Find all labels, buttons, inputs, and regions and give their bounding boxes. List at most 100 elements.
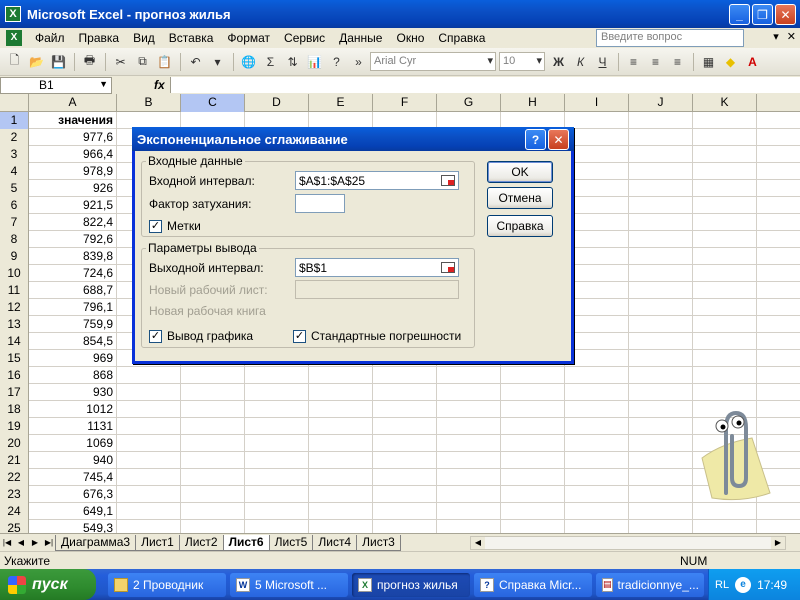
doc-dropdown-icon[interactable]: ▾: [773, 30, 779, 43]
column-header-b[interactable]: B: [117, 94, 181, 112]
cell-empty[interactable]: [693, 214, 757, 230]
cell-empty[interactable]: [565, 112, 629, 128]
cell-value[interactable]: 940: [29, 452, 117, 468]
cell-empty[interactable]: [309, 452, 373, 468]
cell-empty[interactable]: [629, 486, 693, 502]
cell-empty[interactable]: [245, 401, 309, 417]
copy-icon[interactable]: ⧉: [132, 51, 153, 72]
hyperlink-icon[interactable]: 🌐: [238, 51, 259, 72]
cell-empty[interactable]: [117, 520, 181, 533]
restore-button[interactable]: ❐: [752, 4, 773, 25]
sheet-tab-list5[interactable]: Лист5: [268, 534, 314, 551]
row-header[interactable]: 20: [0, 435, 29, 452]
cell-empty[interactable]: [693, 248, 757, 264]
cell-empty[interactable]: [373, 469, 437, 485]
cell-empty[interactable]: [501, 452, 565, 468]
column-header-j[interactable]: J: [629, 94, 693, 112]
cell-value[interactable]: 1131: [29, 418, 117, 434]
column-header-a[interactable]: A: [29, 94, 117, 112]
cell-empty[interactable]: [501, 112, 565, 128]
row-header[interactable]: 5: [0, 180, 29, 197]
cell-empty[interactable]: [501, 469, 565, 485]
first-sheet-icon[interactable]: |◀: [0, 536, 14, 550]
cell-empty[interactable]: [565, 503, 629, 519]
cell-empty[interactable]: [117, 112, 181, 128]
cell-empty[interactable]: [565, 197, 629, 213]
cell-empty[interactable]: [437, 435, 501, 451]
cell-empty[interactable]: [629, 197, 693, 213]
cell-empty[interactable]: [565, 469, 629, 485]
scroll-right-icon[interactable]: ▶: [771, 537, 785, 549]
borders-icon[interactable]: ▦: [698, 51, 719, 72]
column-header-g[interactable]: G: [437, 94, 501, 112]
cell-empty[interactable]: [629, 418, 693, 434]
cell-empty[interactable]: [181, 367, 245, 383]
office-assistant-paperclip[interactable]: [692, 398, 772, 508]
cell-empty[interactable]: [117, 418, 181, 434]
cell-empty[interactable]: [373, 112, 437, 128]
cell-empty[interactable]: [629, 520, 693, 533]
cell-value[interactable]: 977,6: [29, 129, 117, 145]
cell-value[interactable]: 745,4: [29, 469, 117, 485]
cell-empty[interactable]: [565, 486, 629, 502]
cell-empty[interactable]: [629, 299, 693, 315]
cell-empty[interactable]: [437, 418, 501, 434]
cell-empty[interactable]: [629, 316, 693, 332]
sheet-tab-list4[interactable]: Лист4: [312, 534, 358, 551]
cell-empty[interactable]: [309, 486, 373, 502]
cell-empty[interactable]: [565, 231, 629, 247]
new-icon[interactable]: 🗋: [4, 51, 25, 72]
column-header-i[interactable]: I: [565, 94, 629, 112]
cell-empty[interactable]: [693, 282, 757, 298]
cell-empty[interactable]: [629, 248, 693, 264]
menu-tools[interactable]: Сервис: [277, 31, 332, 45]
cell-empty[interactable]: [629, 401, 693, 417]
column-header-f[interactable]: F: [373, 94, 437, 112]
cell-empty[interactable]: [245, 435, 309, 451]
cell-empty[interactable]: [565, 452, 629, 468]
cell-value[interactable]: 792,6: [29, 231, 117, 247]
underline-icon[interactable]: Ч: [592, 51, 613, 72]
cell-empty[interactable]: [501, 435, 565, 451]
cell-value[interactable]: 854,5: [29, 333, 117, 349]
cell-empty[interactable]: [245, 112, 309, 128]
cell-empty[interactable]: [565, 180, 629, 196]
cell-empty[interactable]: [437, 486, 501, 502]
cell-empty[interactable]: [437, 112, 501, 128]
close-button[interactable]: ✕: [775, 4, 796, 25]
row-header[interactable]: 22: [0, 469, 29, 486]
cell-value[interactable]: 926: [29, 180, 117, 196]
cell-empty[interactable]: [117, 452, 181, 468]
save-icon[interactable]: 💾: [48, 51, 69, 72]
menu-insert[interactable]: Вставка: [162, 31, 221, 45]
cut-icon[interactable]: ✂: [110, 51, 131, 72]
cell-empty[interactable]: [629, 265, 693, 281]
cell-empty[interactable]: [437, 401, 501, 417]
cell-empty[interactable]: [629, 231, 693, 247]
language-indicator[interactable]: RL: [715, 579, 729, 591]
cell-empty[interactable]: [629, 112, 693, 128]
undo-icon[interactable]: ↶: [185, 51, 206, 72]
more-options-icon[interactable]: »: [348, 51, 369, 72]
align-left-icon[interactable]: ≡: [623, 51, 644, 72]
sort-icon[interactable]: ⇅: [282, 51, 303, 72]
row-header[interactable]: 19: [0, 418, 29, 435]
next-sheet-icon[interactable]: ▶: [28, 536, 42, 550]
cell-empty[interactable]: [501, 418, 565, 434]
cell-empty[interactable]: [629, 163, 693, 179]
workbook-icon[interactable]: X: [6, 30, 22, 46]
cell-empty[interactable]: [565, 435, 629, 451]
chart-wizard-icon[interactable]: 📊: [304, 51, 325, 72]
formula-input[interactable]: [170, 77, 800, 93]
column-header-d[interactable]: D: [245, 94, 309, 112]
cell-empty[interactable]: [373, 520, 437, 533]
cell-empty[interactable]: [373, 503, 437, 519]
cell-empty[interactable]: [245, 520, 309, 533]
cell-empty[interactable]: [693, 520, 757, 533]
cell-empty[interactable]: [181, 401, 245, 417]
task-help[interactable]: ? Справка Micr...: [474, 572, 592, 597]
range-picker-icon[interactable]: [439, 260, 457, 275]
menu-view[interactable]: Вид: [126, 31, 162, 45]
cell-empty[interactable]: [629, 129, 693, 145]
cell-empty[interactable]: [693, 367, 757, 383]
